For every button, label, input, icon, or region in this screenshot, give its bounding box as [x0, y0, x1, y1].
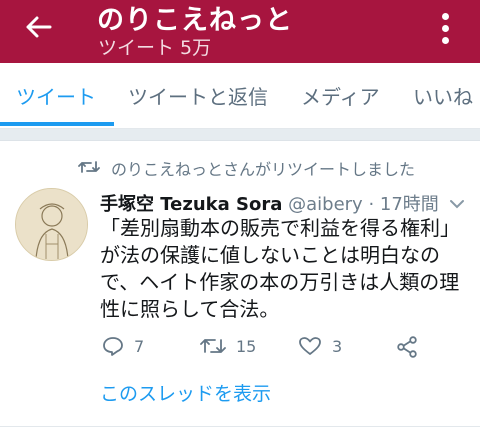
avatar[interactable]	[15, 188, 88, 261]
author-handle[interactable]: @aibery	[288, 194, 363, 215]
more-options-button[interactable]	[430, 8, 460, 48]
tweet-text-line: 性に照らして合法。	[100, 297, 280, 321]
like-button[interactable]: 3	[298, 336, 342, 356]
author-name[interactable]: 手塚空 Tezuka Sora	[100, 194, 282, 215]
tab-tweets[interactable]: ツイート	[16, 81, 96, 110]
tweet-time: · 17時間	[368, 194, 439, 215]
active-tab-indicator	[0, 122, 114, 126]
tab-likes[interactable]: いいね	[413, 81, 473, 110]
retweet-icon	[200, 339, 226, 353]
share-button[interactable]	[396, 336, 418, 358]
profile-header: のりこえねっと ツイート 5万	[0, 0, 480, 63]
vertical-dots-icon	[441, 12, 449, 20]
reply-count: 7	[134, 336, 145, 356]
author-line: 手塚空 Tezuka Sora @aibery · 17時間	[100, 190, 439, 216]
profile-title: のりこえねっと	[97, 5, 293, 36]
profile-tabs: ツイート ツイートと返信 メディア いいね	[0, 63, 480, 129]
section-divider	[0, 129, 480, 140]
retweet-context: のりこえねっとさんがリツイートしました	[111, 160, 416, 179]
like-count: 3	[332, 336, 343, 356]
tweet-text-line: で、ヘイト作家の本の万引きは人類の理	[100, 270, 460, 294]
tweet-text-line: 「差別扇動本の販売で利益を得る権利」	[100, 216, 460, 240]
retweet-icon	[78, 161, 100, 173]
tab-media[interactable]: メディア	[301, 81, 380, 110]
heart-icon	[299, 337, 321, 355]
tweet-text: 「差別扇動本の販売で利益を得る権利」 が法の保護に値しないことは明白なの で、ヘ…	[100, 215, 470, 323]
divider	[0, 426, 480, 427]
tweet-text-line: が法の保護に値しないことは明白なの	[100, 243, 440, 267]
share-icon	[397, 336, 417, 358]
retweet-button[interactable]: 15	[200, 336, 256, 356]
show-thread-link[interactable]: このスレッドを表示	[100, 379, 271, 406]
tweet-card[interactable]: のりこえねっとさんがリツイートしました 手塚空 Tezuka Sora @aib…	[0, 140, 480, 431]
tweet-count: ツイート 5万	[98, 37, 212, 59]
arrow-left-icon	[26, 16, 52, 38]
retweet-count: 15	[236, 336, 257, 356]
tab-tweets-and-replies[interactable]: ツイートと返信	[128, 81, 268, 110]
chevron-down-icon[interactable]	[449, 199, 465, 209]
reply-button[interactable]: 7	[102, 336, 144, 356]
back-button[interactable]	[18, 10, 58, 44]
reply-icon	[103, 337, 123, 356]
